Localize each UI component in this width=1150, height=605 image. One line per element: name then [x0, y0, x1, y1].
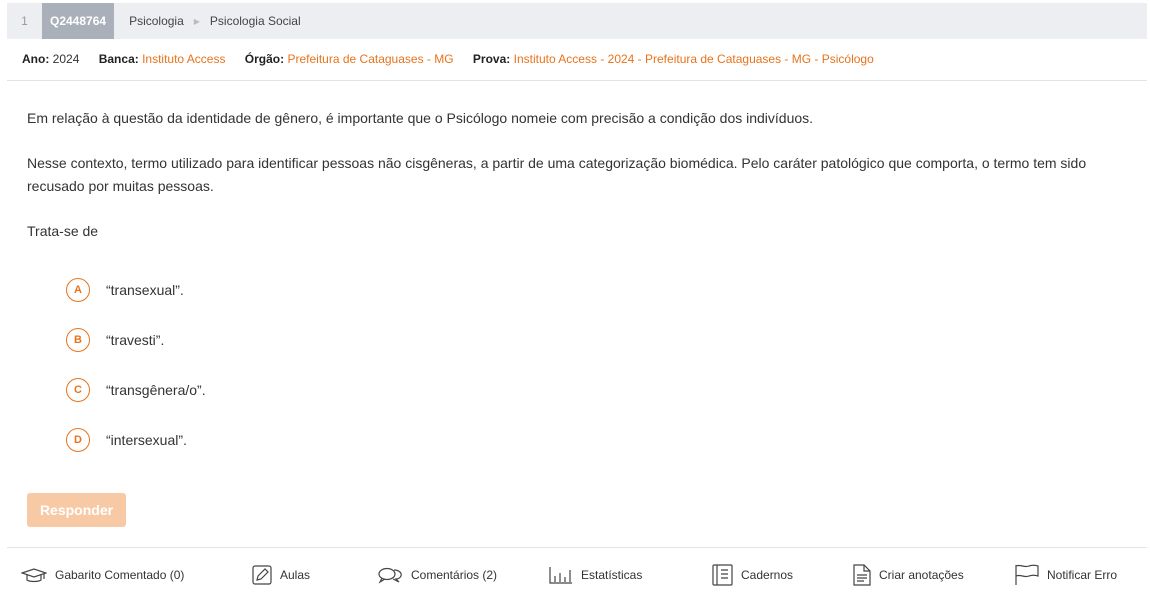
- question-number: 1: [21, 14, 28, 28]
- orgao-label: Órgão:: [244, 52, 285, 66]
- option-a[interactable]: A “transexual”.: [66, 278, 206, 302]
- statement-paragraph-1: Em relação à questão da identidade de gê…: [27, 110, 814, 126]
- question-code[interactable]: Q2448764: [42, 3, 115, 39]
- option-text[interactable]: “travesti”.: [106, 332, 164, 348]
- option-letter[interactable]: D: [66, 428, 90, 452]
- breadcrumb-topic[interactable]: Psicologia Social: [210, 14, 301, 28]
- aulas-button[interactable]: Aulas: [252, 560, 310, 590]
- breadcrumb-separator-icon: ▶: [193, 16, 200, 26]
- question-header: 1 Q2448764 Psicologia ▶ Psicologia Socia…: [7, 3, 1147, 39]
- prova-link[interactable]: Instituto Access - 2024 - Prefeitura de …: [514, 52, 874, 66]
- bar-chart-icon: [549, 567, 572, 584]
- option-d[interactable]: D “intersexual”.: [66, 428, 206, 452]
- option-b[interactable]: B “travesti”.: [66, 328, 206, 352]
- breadcrumb-subject[interactable]: Psicologia: [129, 14, 184, 28]
- orgao-link[interactable]: Prefeitura de Cataguases - MG: [287, 52, 453, 66]
- banca-label: Banca:: [98, 52, 139, 66]
- chat-bubbles-icon: [378, 567, 402, 584]
- divider: [7, 547, 1147, 548]
- comentarios-label: Comentários (2): [411, 568, 498, 582]
- criar-anotacoes-button[interactable]: Criar anotações: [853, 560, 964, 590]
- estatisticas-button[interactable]: Estatísticas: [549, 560, 642, 590]
- option-letter[interactable]: A: [66, 278, 90, 302]
- aulas-label: Aulas: [280, 568, 311, 582]
- question-meta: Ano: 2024 Banca: Instituto Access Órgão:…: [22, 52, 890, 66]
- banca-link[interactable]: Instituto Access: [142, 52, 225, 66]
- estatisticas-label: Estatísticas: [581, 568, 643, 582]
- document-icon: [853, 564, 871, 586]
- gabarito-label: Gabarito Comentado (0): [55, 568, 185, 582]
- notebook-icon: [712, 564, 733, 586]
- answer-options: A “transexual”. B “travesti”. C “transgê…: [66, 278, 206, 478]
- option-letter[interactable]: C: [66, 378, 90, 402]
- question-toolbar: Gabarito Comentado (0) Aulas Comentários…: [0, 560, 1150, 590]
- flag-icon: [1015, 564, 1039, 585]
- option-c[interactable]: C “transgênera/o”.: [66, 378, 206, 402]
- notificar-erro-button[interactable]: Notificar Erro: [1015, 560, 1117, 590]
- cadernos-button[interactable]: Cadernos: [712, 560, 793, 590]
- option-letter[interactable]: B: [66, 328, 90, 352]
- option-text[interactable]: “intersexual”.: [106, 432, 187, 448]
- statement-paragraph-2: Nesse contexto, termo utilizado para ide…: [27, 155, 1087, 194]
- option-text[interactable]: “transexual”.: [106, 282, 184, 298]
- ano-value: 2024: [52, 52, 80, 66]
- graduation-cap-icon: [21, 568, 47, 583]
- ano-label: Ano:: [22, 52, 50, 66]
- option-text[interactable]: “transgênera/o”.: [106, 382, 206, 398]
- statement-paragraph-3: Trata-se de: [27, 223, 99, 239]
- divider: [7, 80, 1147, 81]
- pencil-icon: [252, 565, 272, 585]
- gabarito-comentado-button[interactable]: Gabarito Comentado (0): [21, 560, 184, 590]
- responder-button[interactable]: Responder: [27, 493, 126, 527]
- prova-label: Prova:: [472, 52, 511, 66]
- comentarios-button[interactable]: Comentários (2): [378, 560, 497, 590]
- notificar-erro-label: Notificar Erro: [1047, 568, 1118, 582]
- cadernos-label: Cadernos: [741, 568, 794, 582]
- criar-anotacoes-label: Criar anotações: [879, 568, 964, 582]
